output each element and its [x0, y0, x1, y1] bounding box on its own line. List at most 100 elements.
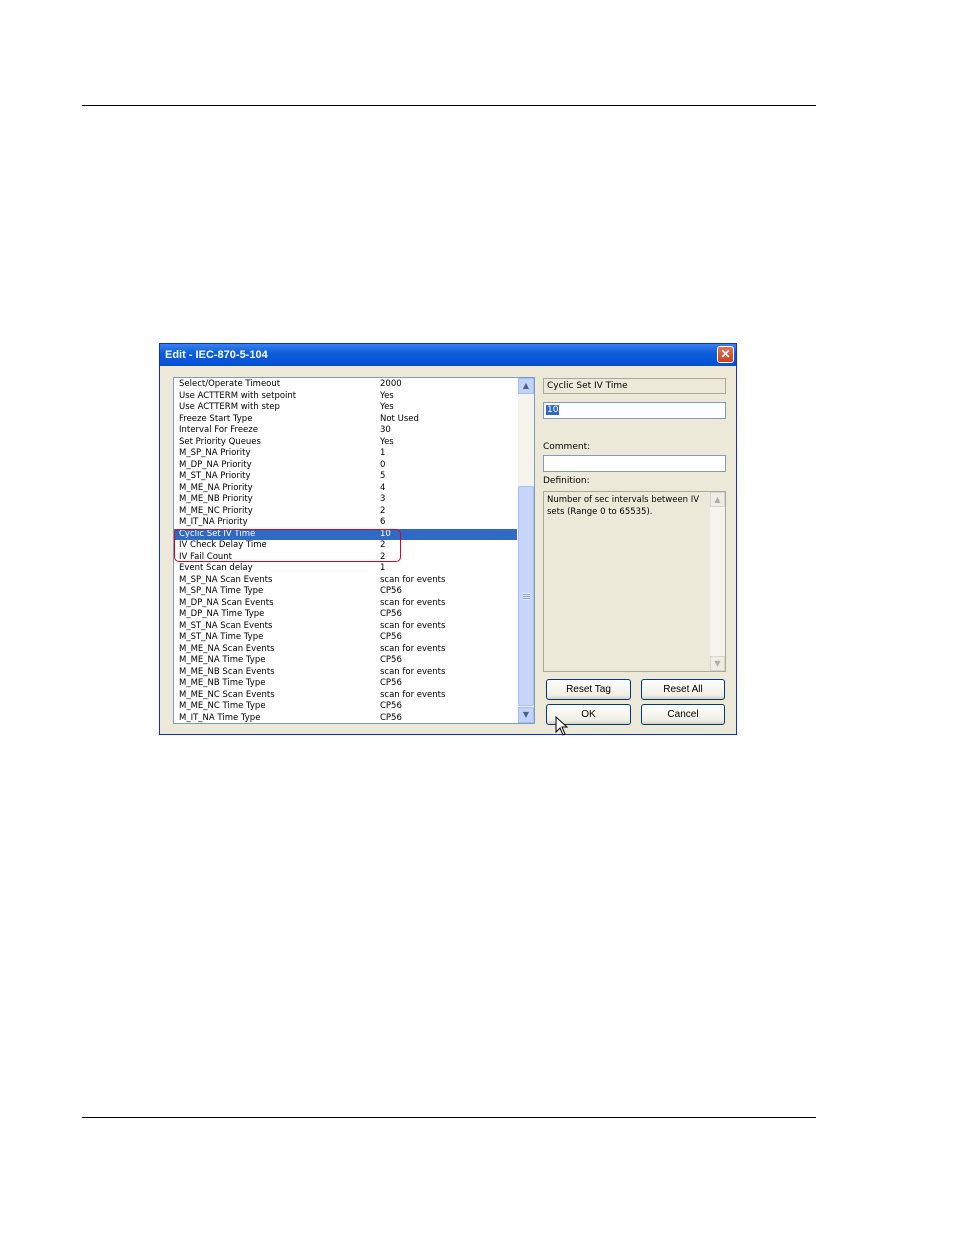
parameter-row[interactable]: M_ME_NA Priority 4: [174, 483, 517, 495]
parameter-value: CP56: [380, 712, 402, 723]
parameter-value: 0: [380, 459, 386, 470]
parameter-row[interactable]: Select/Operate Timeout 2000: [174, 379, 517, 391]
parameter-row[interactable]: Use ACTTERM with setpoint Yes: [174, 391, 517, 403]
parameter-row[interactable]: M_DP_NA Time Type CP56: [174, 609, 517, 621]
scroll-up-icon[interactable]: ▲: [518, 378, 534, 394]
parameter-row[interactable]: Interval For Freeze 30: [174, 425, 517, 437]
parameter-name: M_ME_NC Priority: [179, 505, 253, 516]
parameter-name: Event Scan delay: [179, 563, 253, 573]
parameter-row[interactable]: Cyclic Set IV Time 10: [174, 528, 517, 540]
reset-tag-button[interactable]: Reset Tag: [546, 679, 631, 700]
parameter-row[interactable]: M_ME_NA Scan Events scan for events: [174, 644, 517, 656]
parameter-value: 5: [380, 471, 386, 481]
parameter-value: 2: [380, 505, 386, 516]
parameter-row[interactable]: IV Fail Count 2: [174, 552, 517, 564]
dialog-titlebar[interactable]: Edit - IEC-870-5-104 ✕: [160, 344, 736, 366]
parameter-row[interactable]: M_ME_NB Time Type CP56: [174, 678, 517, 690]
parameter-row[interactable]: M_ST_NA Time Type CP56: [174, 632, 517, 644]
parameter-value: 3: [380, 494, 386, 504]
parameter-row[interactable]: M_SP_NA Time Type CP56: [174, 586, 517, 598]
parameter-name: M_IT_NA Priority: [179, 517, 248, 527]
parameter-value: 30: [380, 425, 391, 435]
comment-label: Comment:: [543, 442, 591, 452]
parameter-row[interactable]: Use ACTTERM with step Yes: [174, 402, 517, 414]
parameter-row[interactable]: M_ME_NC Scan Events scan for events: [174, 690, 517, 702]
parameter-value: Yes: [380, 390, 394, 401]
close-icon[interactable]: ✕: [717, 346, 734, 363]
parameter-name: Use ACTTERM with setpoint: [179, 390, 297, 401]
parameter-name: M_ST_NA Time Type: [179, 632, 264, 642]
parameter-row[interactable]: M_ST_NA Scan Events scan for events: [174, 621, 517, 633]
parameter-name: IV Fail Count: [179, 551, 233, 562]
comment-input[interactable]: [543, 455, 726, 472]
page-top-rule: [82, 105, 816, 106]
parameter-name: M_ME_NC Scan Events: [179, 689, 275, 700]
scroll-thumb[interactable]: [518, 486, 534, 706]
parameter-name: M_ME_NC Time Type: [179, 701, 266, 711]
parameter-value: scan for events: [380, 597, 446, 608]
parameter-name: M_IT_NA Time Type: [179, 712, 261, 723]
parameter-value: scan for events: [380, 574, 446, 585]
parameter-value: 2000: [380, 379, 402, 389]
reset-all-button[interactable]: Reset All: [641, 679, 725, 700]
parameter-list-scrollbar[interactable]: ▲ ▼: [518, 378, 534, 723]
definition-scroll-down-icon[interactable]: ▼: [710, 656, 725, 671]
parameter-row[interactable]: IV Check Delay Time 2: [174, 540, 517, 552]
definition-box: Number of sec intervals between IV sets …: [543, 491, 726, 672]
parameter-name: Select/Operate Timeout: [179, 379, 281, 389]
parameter-value: 2: [380, 551, 386, 562]
parameter-value: CP56: [380, 609, 402, 619]
parameter-row[interactable]: M_ME_NC Priority 2: [174, 506, 517, 518]
parameter-value: Yes: [380, 402, 394, 412]
parameter-value: 1: [380, 448, 386, 458]
parameter-value: Not Used: [380, 413, 419, 424]
parameter-value: scan for events: [380, 689, 446, 700]
parameter-name: M_ME_NB Time Type: [179, 678, 266, 688]
parameter-rows: Select/Operate Timeout 2000 Use ACTTERM wi…: [174, 379, 517, 724]
parameter-value: CP56: [380, 678, 402, 688]
parameter-name: M_ME_NB Priority: [179, 494, 253, 504]
parameter-name: Set Priority Queues: [179, 436, 261, 447]
parameter-name: M_ME_NA Time Type: [179, 655, 266, 665]
parameter-row[interactable]: M_ME_NB Scan Events scan for events: [174, 667, 517, 679]
parameter-name: M_ME_NB Scan Events: [179, 666, 275, 677]
parameter-list[interactable]: Select/Operate Timeout 2000 Use ACTTERM wi…: [173, 377, 535, 724]
parameter-value: CP56: [380, 586, 402, 596]
parameter-name: M_DP_NA Priority: [179, 459, 252, 470]
parameter-row[interactable]: M_ME_NA Time Type CP56: [174, 655, 517, 667]
parameter-value: CP56: [380, 632, 402, 642]
definition-label: Definition:: [543, 476, 590, 486]
value-text: 10: [546, 405, 560, 415]
parameter-row[interactable]: M_ME_NC Time Type CP56: [174, 701, 517, 713]
parameter-value: CP56: [380, 655, 402, 665]
scroll-grip-icon: [523, 593, 530, 600]
definition-scroll-up-icon[interactable]: ▲: [710, 492, 725, 507]
parameter-row[interactable]: M_ME_NB Priority 3: [174, 494, 517, 506]
parameter-name: M_SP_NA Scan Events: [179, 574, 273, 585]
parameter-value: 1: [380, 563, 386, 573]
parameter-row[interactable]: M_DP_NA Priority 0: [174, 460, 517, 472]
parameter-row[interactable]: M_DP_NA Scan Events scan for events: [174, 598, 517, 610]
parameter-value: scan for events: [380, 666, 446, 677]
scroll-down-icon[interactable]: ▼: [518, 707, 534, 723]
definition-scrollbar[interactable]: ▲ ▼: [710, 492, 725, 671]
parameter-name: Use ACTTERM with step: [179, 402, 280, 412]
mouse-pointer-icon: [555, 716, 569, 736]
value-input[interactable]: 10: [543, 402, 726, 419]
page-bottom-rule: [82, 1117, 816, 1118]
parameter-name: M_ME_NA Scan Events: [179, 643, 275, 654]
parameter-row[interactable]: Set Priority Queues Yes: [174, 437, 517, 449]
parameter-name: M_DP_NA Time Type: [179, 609, 265, 619]
dialog-title: Edit - IEC-870-5-104: [165, 349, 268, 361]
parameter-row[interactable]: M_ST_NA Priority 5: [174, 471, 517, 483]
parameter-row[interactable]: M_IT_NA Time Type CP56: [174, 712, 517, 724]
cancel-button[interactable]: Cancel: [641, 704, 725, 725]
parameter-row[interactable]: M_IT_NA Priority 6: [174, 517, 517, 529]
parameter-row[interactable]: M_SP_NA Scan Events scan for events: [174, 575, 517, 587]
parameter-row[interactable]: Event Scan delay 1: [174, 563, 517, 575]
parameter-value: 4: [380, 482, 386, 493]
parameter-row[interactable]: M_SP_NA Priority 1: [174, 448, 517, 460]
parameter-row[interactable]: Freeze Start Type Not Used: [174, 414, 517, 426]
parameter-value: 10: [380, 528, 391, 539]
parameter-name: IV Check Delay Time: [179, 540, 267, 550]
